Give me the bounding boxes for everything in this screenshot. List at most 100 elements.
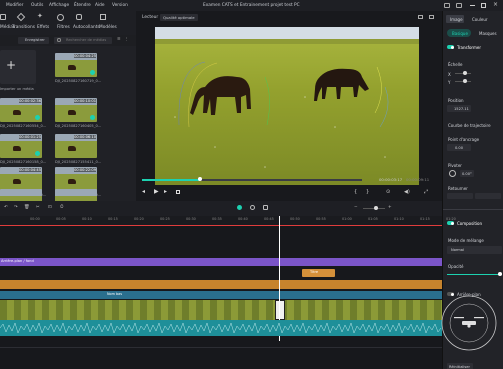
media-thumbnail[interactable]: 00:00:06:10	[55, 134, 97, 158]
import-media-button[interactable]: +	[0, 50, 36, 84]
media-thumbnail[interactable]: 00:00:02:36	[0, 98, 42, 122]
media-thumbnail[interactable]: 00:00:10:01	[55, 98, 97, 122]
menu-affichage[interactable]: Affichage	[49, 3, 69, 8]
track-video[interactable]	[0, 300, 442, 320]
play-icon[interactable]: ▶	[154, 189, 159, 195]
scale-y-handle[interactable]	[463, 79, 467, 83]
voiceover-icon[interactable]	[263, 205, 268, 210]
tab-autocollants[interactable]: Autocollants	[73, 25, 100, 30]
title-clip-label: Titre	[310, 270, 319, 274]
composition-toggle[interactable]	[447, 221, 454, 225]
scale-label: Échelle	[448, 62, 463, 67]
zoom-in-icon[interactable]: +	[388, 205, 392, 210]
menu-version[interactable]: Version	[112, 3, 128, 8]
menu-aide[interactable]: Aide	[95, 3, 105, 8]
undo-icon[interactable]: ↶	[4, 205, 8, 210]
screenshot-icon[interactable]	[418, 15, 423, 19]
flip-horizontal-button[interactable]	[447, 193, 473, 199]
stickers-tab-icon[interactable]	[76, 14, 82, 20]
menu-outils[interactable]: Outils	[31, 3, 43, 8]
subtab-basique-label: Basique	[452, 31, 468, 36]
filters-tab-icon[interactable]	[57, 14, 64, 21]
mark-in-icon[interactable]: {	[354, 190, 357, 195]
tab-transitions[interactable]: Transitions	[12, 25, 35, 30]
split-icon[interactable]: ✂	[36, 205, 40, 210]
maximize-icon[interactable]	[481, 3, 486, 8]
tab-filtres[interactable]: Filtres	[57, 25, 70, 30]
media-duration: 00:00:04:25	[74, 54, 96, 58]
volume-icon[interactable]: ◀)	[404, 190, 410, 195]
more-options-icon[interactable]: ⋮	[124, 37, 128, 42]
filter-icon[interactable]: ≡	[117, 37, 121, 42]
media-tab-icon[interactable]	[0, 14, 6, 20]
stop-icon[interactable]	[176, 190, 180, 194]
media-duration: 00:00:04:45	[19, 168, 41, 172]
delete-icon[interactable]: 🗑	[24, 205, 29, 210]
expand-icon[interactable]: ⤢	[424, 190, 428, 195]
time-ruler[interactable]: 00:00 00:05 00:10 00:15 00:20 00:25 00:30 00:35…	[0, 216, 456, 225]
blend-label: Mode de mélange	[448, 238, 484, 243]
search-placeholder: Rechercher de médias	[66, 37, 107, 42]
track-audio[interactable]	[0, 320, 442, 336]
ruler-tick-label: 01:05	[368, 217, 378, 221]
templates-tab-icon[interactable]	[100, 14, 106, 20]
next-frame-icon[interactable]: ▸	[164, 189, 167, 195]
media-name: DJI_20250827160158_0...	[0, 160, 47, 164]
rotate-label: Pivoter	[448, 163, 462, 168]
ruler-tick-label: 00:50	[290, 217, 300, 221]
snap-icon[interactable]	[237, 205, 242, 210]
track-name-clip[interactable]: Nom bas	[0, 291, 442, 299]
tab-modeles[interactable]: Modèles	[99, 25, 117, 30]
media-thumbnail[interactable]: 00:00:01:25	[0, 134, 42, 158]
media-thumbnail[interactable]: 00:00:22:09	[55, 167, 97, 191]
title-clip[interactable]: Titre	[302, 269, 335, 277]
layout-icon[interactable]	[444, 3, 450, 8]
snapshot-icon[interactable]: ⊙	[386, 190, 390, 195]
flip-vertical-button[interactable]	[475, 193, 501, 199]
ruler-tick-label: 01:15	[420, 217, 430, 221]
fullscreen-icon[interactable]	[429, 15, 434, 19]
opacity-slider[interactable]	[447, 274, 502, 275]
redo-icon[interactable]: ↷	[14, 205, 18, 210]
zoom-handle[interactable]	[374, 206, 378, 210]
mark-out-icon[interactable]: }	[366, 190, 369, 195]
opacity-handle[interactable]	[498, 272, 502, 276]
media-duration: 00:00:01:25	[19, 135, 41, 139]
check-icon	[90, 70, 95, 75]
media-thumbnail[interactable]: 00:00:04:45	[0, 167, 42, 191]
export-icon[interactable]	[456, 3, 462, 8]
player-label: Lecteur	[142, 15, 159, 20]
ruler-tick-label: 01:00	[342, 217, 352, 221]
track-background-clip[interactable]: Arrière-plan / fond	[0, 258, 442, 266]
flip-label: Retourner	[448, 186, 468, 191]
rotate-dial[interactable]	[449, 170, 456, 177]
speed-icon[interactable]: ⏱	[60, 205, 63, 210]
name-clip-label: Nom bas	[107, 292, 122, 296]
effects-tab-icon[interactable]: ✦	[37, 13, 43, 20]
tab-couleur[interactable]: Couleur	[472, 17, 488, 22]
tab-effets[interactable]: Effets	[37, 25, 49, 30]
ruler-tick-label: 00:55	[316, 217, 326, 221]
ruler-tick-label: 00:10	[82, 217, 92, 221]
zoom-out-icon[interactable]: −	[354, 205, 358, 210]
menu-modifier[interactable]: Modifier	[6, 3, 23, 8]
media-thumbnail[interactable]: 00:00:04:25	[55, 53, 97, 77]
transitions-tab-icon[interactable]	[16, 12, 26, 22]
track-title-overlay[interactable]	[0, 280, 442, 289]
total-time: 00:00:09:11	[406, 177, 430, 182]
crop-icon[interactable]: ⊡	[48, 205, 52, 210]
work-area-bar	[0, 225, 442, 226]
menu-etendre[interactable]: Étendre	[74, 3, 91, 8]
video-frame[interactable]	[155, 27, 419, 185]
subtab-masques[interactable]: Masques	[479, 31, 497, 36]
position-x-value: 1527.11	[454, 107, 469, 111]
scale-x-handle[interactable]	[463, 71, 467, 75]
tool-tabs: ✦ Médias Transitions Effets Filtres Auto…	[0, 11, 136, 35]
scrubber-handle[interactable]	[198, 177, 202, 181]
prev-frame-icon[interactable]: ◂	[142, 189, 145, 195]
search-icon	[57, 38, 61, 42]
transform-toggle[interactable]	[447, 45, 454, 49]
minimize-icon[interactable]	[470, 5, 475, 6]
marker-icon[interactable]	[250, 205, 255, 210]
close-icon[interactable]: ×	[493, 2, 498, 8]
